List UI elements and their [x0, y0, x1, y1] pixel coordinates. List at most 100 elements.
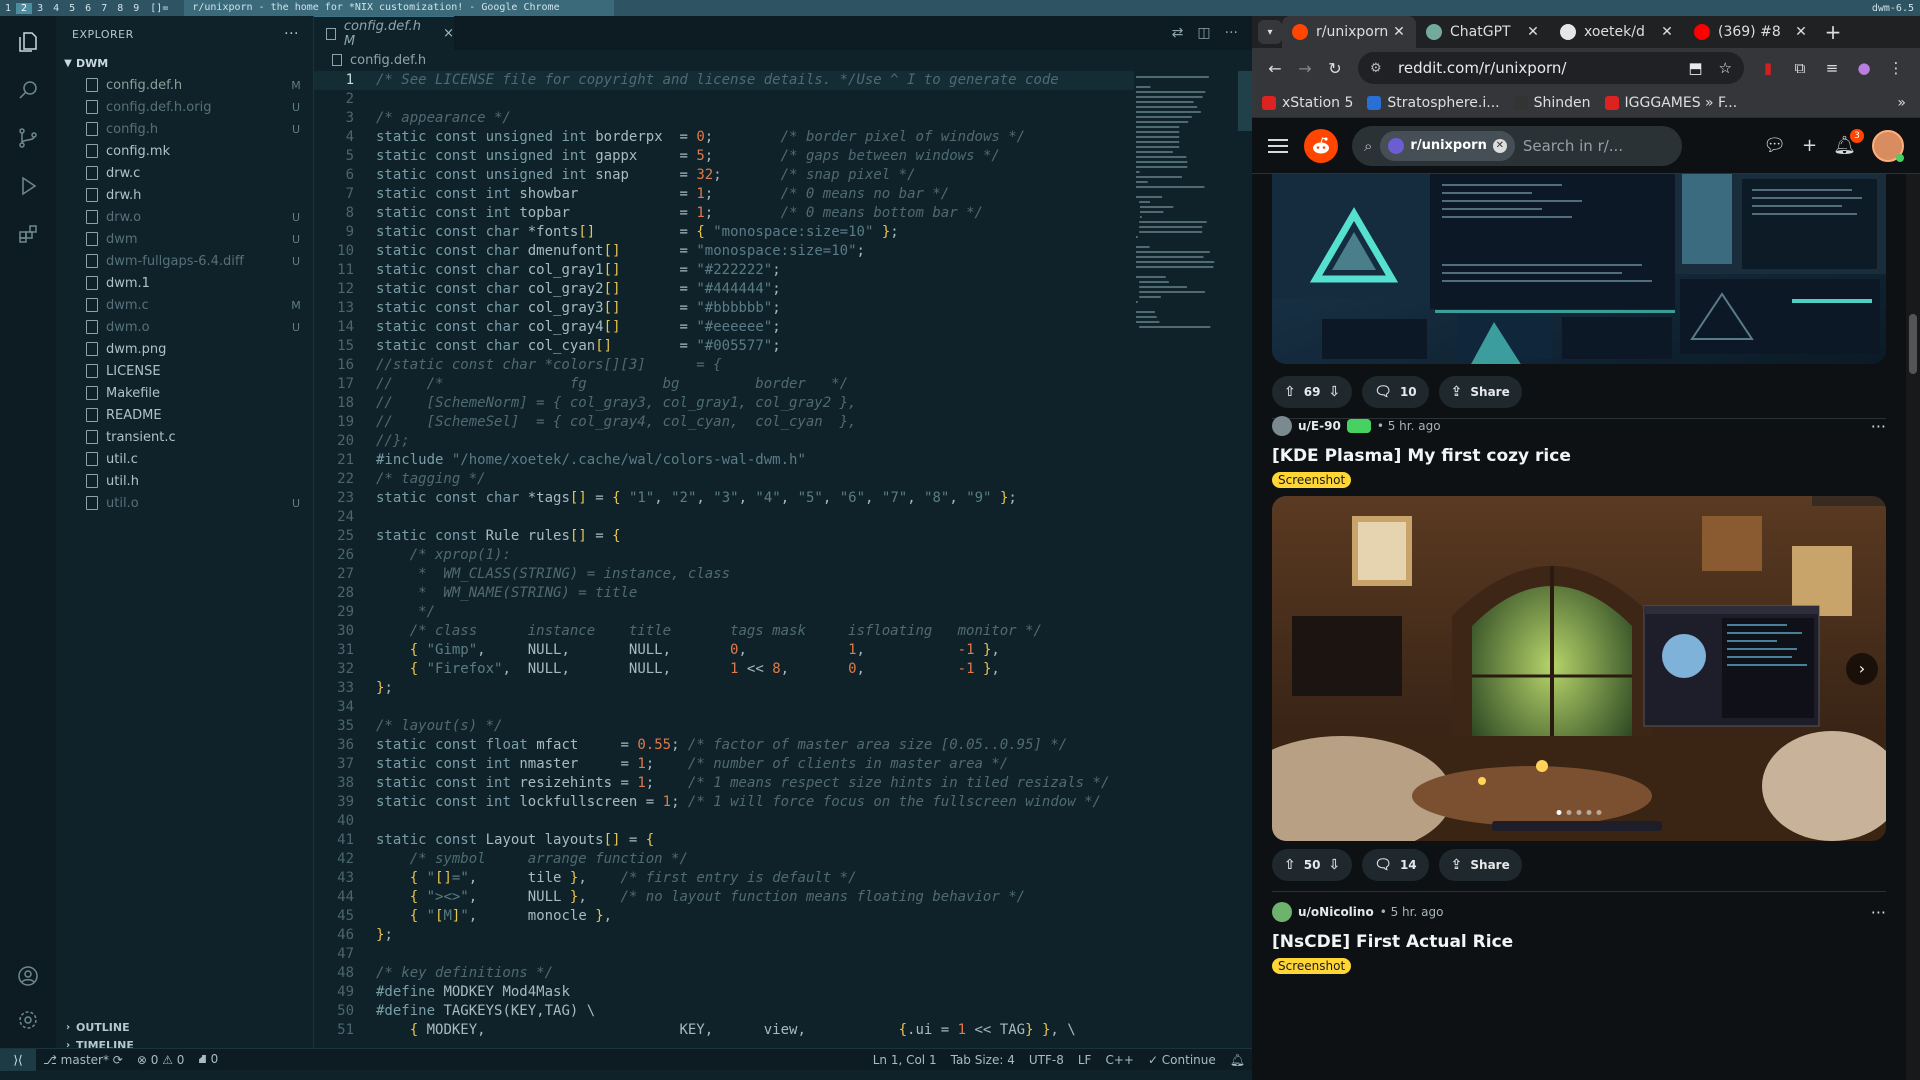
- site-info-icon[interactable]: ⚙: [1370, 61, 1390, 76]
- source-control-icon[interactable]: [0, 116, 56, 160]
- code-line[interactable]: 7 static const int showbar = 1; /* 0 mean…: [314, 185, 1134, 204]
- file-item[interactable]: README: [56, 404, 313, 426]
- bookmark-item[interactable]: xStation 5: [1262, 95, 1353, 111]
- code-line[interactable]: 47: [314, 945, 1134, 964]
- browser-tab[interactable]: xoetek/d ✕: [1550, 16, 1684, 48]
- settings-gear-icon[interactable]: [0, 998, 56, 1042]
- code-line[interactable]: 4 static const unsigned int borderpx = 0;…: [314, 128, 1134, 147]
- close-tab-icon[interactable]: ✕: [1524, 24, 1542, 40]
- install-app-icon[interactable]: ⬒: [1688, 59, 1702, 77]
- file-item[interactable]: LICENSE: [56, 360, 313, 382]
- bookmark-star-icon[interactable]: ☆: [1719, 59, 1732, 77]
- code-line[interactable]: 21 #include "/home/xoetek/.cache/wal/colo…: [314, 451, 1134, 470]
- media-control-icon[interactable]: ≡: [1816, 59, 1848, 77]
- upvote-icon[interactable]: ⇧: [1284, 384, 1296, 400]
- bookmark-item[interactable]: Stratosphere.i...: [1367, 95, 1500, 111]
- menu-icon[interactable]: [1268, 138, 1288, 153]
- split-editor-icon[interactable]: ◫: [1197, 25, 1210, 41]
- close-tab-icon[interactable]: ✕: [1390, 24, 1408, 40]
- back-icon[interactable]: ←: [1260, 59, 1290, 78]
- file-item[interactable]: util.c: [56, 448, 313, 470]
- page-scrollbar[interactable]: [1906, 174, 1920, 1080]
- code-line[interactable]: 22 /* tagging */: [314, 470, 1134, 489]
- tag-4[interactable]: 4: [48, 3, 64, 14]
- language-mode[interactable]: C++: [1098, 1053, 1141, 1067]
- code-line[interactable]: 38 static const int resizehints = 1; /* 1…: [314, 774, 1134, 793]
- code-line[interactable]: 26 /* xprop(1):: [314, 546, 1134, 565]
- forward-icon[interactable]: →: [1290, 59, 1320, 78]
- code-line[interactable]: 25 static const Rule rules[] = {: [314, 527, 1134, 546]
- tag-2[interactable]: 2: [16, 2, 33, 14]
- code-line[interactable]: 28 * WM_NAME(STRING) = title: [314, 584, 1134, 603]
- code-line[interactable]: 10 static const char dmenufont[] = "monos…: [314, 242, 1134, 261]
- file-item[interactable]: drw.h: [56, 184, 313, 206]
- code-line[interactable]: 33};: [314, 679, 1134, 698]
- share-button[interactable]: ⇪ Share: [1438, 376, 1522, 408]
- browser-tab[interactable]: (369) #8 ✕: [1684, 16, 1818, 48]
- file-item[interactable]: dwm U: [56, 228, 313, 250]
- code-line[interactable]: 46};: [314, 926, 1134, 945]
- extensions-puzzle-icon[interactable]: ⧉: [1784, 59, 1816, 77]
- file-item[interactable]: config.h U: [56, 118, 313, 140]
- encoding[interactable]: UTF-8: [1022, 1053, 1071, 1067]
- notifications-bell-icon[interactable]: 🔔︎: [1223, 1053, 1252, 1067]
- remote-icon[interactable]: ⟩⟨: [0, 1048, 36, 1071]
- post-1-image[interactable]: [1272, 174, 1886, 364]
- code-line[interactable]: 32 { "Firefox", NULL, NULL, 1 << 8, 0, -…: [314, 660, 1134, 679]
- extensions-icon[interactable]: [0, 212, 56, 256]
- end-of-line[interactable]: LF: [1071, 1053, 1099, 1067]
- compare-icon[interactable]: ⇄: [1172, 25, 1184, 41]
- file-item[interactable]: dwm.o U: [56, 316, 313, 338]
- user-avatar[interactable]: [1872, 129, 1904, 162]
- code-line[interactable]: 40: [314, 812, 1134, 831]
- code-line[interactable]: 13 static const char col_gray3[] = "#bbbb…: [314, 299, 1134, 318]
- comments-button[interactable]: 🗨︎ 14: [1362, 849, 1429, 881]
- code-line[interactable]: 49 #define MODKEY Mod4Mask: [314, 983, 1134, 1002]
- new-tab-button[interactable]: +: [1818, 20, 1848, 44]
- account-icon[interactable]: [0, 954, 56, 998]
- address-bar[interactable]: ⚙ reddit.com/r/unixporn/ ⬒ ☆: [1358, 52, 1744, 84]
- tag-8[interactable]: 8: [112, 3, 128, 14]
- problems-status[interactable]: ⊗ 0 ⚠ 0: [130, 1053, 192, 1067]
- file-item[interactable]: config.def.h.orig U: [56, 96, 313, 118]
- browser-tab[interactable]: r/unixporn ✕: [1282, 16, 1416, 48]
- tab-size[interactable]: Tab Size: 4: [944, 1053, 1022, 1067]
- run-debug-icon[interactable]: [0, 164, 56, 208]
- profile-icon[interactable]: ●: [1848, 59, 1880, 77]
- post-flair[interactable]: Screenshot: [1272, 472, 1352, 488]
- tag-5[interactable]: 5: [64, 3, 80, 14]
- code-line[interactable]: 17 // /* fg bg border */: [314, 375, 1134, 394]
- code-line[interactable]: 27 * WM_CLASS(STRING) = instance, class: [314, 565, 1134, 584]
- code-line[interactable]: 18 // [SchemeNorm] = { col_gray3, col_gra…: [314, 394, 1134, 413]
- downvote-icon[interactable]: ⇩: [1328, 384, 1340, 400]
- code-line[interactable]: 30 /* class instance title tags mask isf…: [314, 622, 1134, 641]
- code-line[interactable]: 44 { "><>", NULL }, /* no layout functio…: [314, 888, 1134, 907]
- file-item[interactable]: util.h: [56, 470, 313, 492]
- explorer-icon[interactable]: [0, 20, 56, 64]
- code-line[interactable]: 43 { "[]=", tile }, /* first entry is de…: [314, 869, 1134, 888]
- close-tab-icon[interactable]: ✕: [1792, 24, 1810, 40]
- branch-status[interactable]: ⎇ master* ⟳: [36, 1053, 130, 1067]
- more-actions-icon[interactable]: ···: [284, 26, 299, 42]
- post-author[interactable]: u/oNicolino: [1298, 905, 1374, 919]
- code-line[interactable]: 50 #define TAGKEYS(KEY,TAG) \: [314, 1002, 1134, 1021]
- bookmark-item[interactable]: IGGGAMES » F...: [1604, 95, 1737, 111]
- notification-bell-icon[interactable]: 🔔︎ 3: [1833, 129, 1864, 156]
- code-line[interactable]: 45 { "[M]", monocle },: [314, 907, 1134, 926]
- file-item[interactable]: transient.c: [56, 426, 313, 448]
- post-flair[interactable]: Screenshot: [1272, 958, 1352, 974]
- comments-button[interactable]: 🗨︎ 10: [1362, 376, 1429, 408]
- code-line[interactable]: 51 { MODKEY, KEY, view, {.ui = 1 << TAG}…: [314, 1021, 1134, 1040]
- file-item[interactable]: Makefile: [56, 382, 313, 404]
- more-icon[interactable]: ···: [1225, 25, 1238, 41]
- search-icon[interactable]: [0, 68, 56, 112]
- tag-1[interactable]: 1: [0, 3, 16, 14]
- bookmarks-overflow-icon[interactable]: »: [1897, 95, 1906, 111]
- carousel-next-icon[interactable]: ›: [1846, 652, 1878, 685]
- file-item[interactable]: util.o U: [56, 492, 313, 514]
- code-line[interactable]: 6 static const unsigned int snap = 32; /*…: [314, 166, 1134, 185]
- code-line[interactable]: 2: [314, 90, 1134, 109]
- code-line[interactable]: 39 static const int lockfullscreen = 1; /…: [314, 793, 1134, 812]
- code-line[interactable]: 5 static const unsigned int gappx = 5; /*…: [314, 147, 1134, 166]
- code-line[interactable]: 42 /* symbol arrange function */: [314, 850, 1134, 869]
